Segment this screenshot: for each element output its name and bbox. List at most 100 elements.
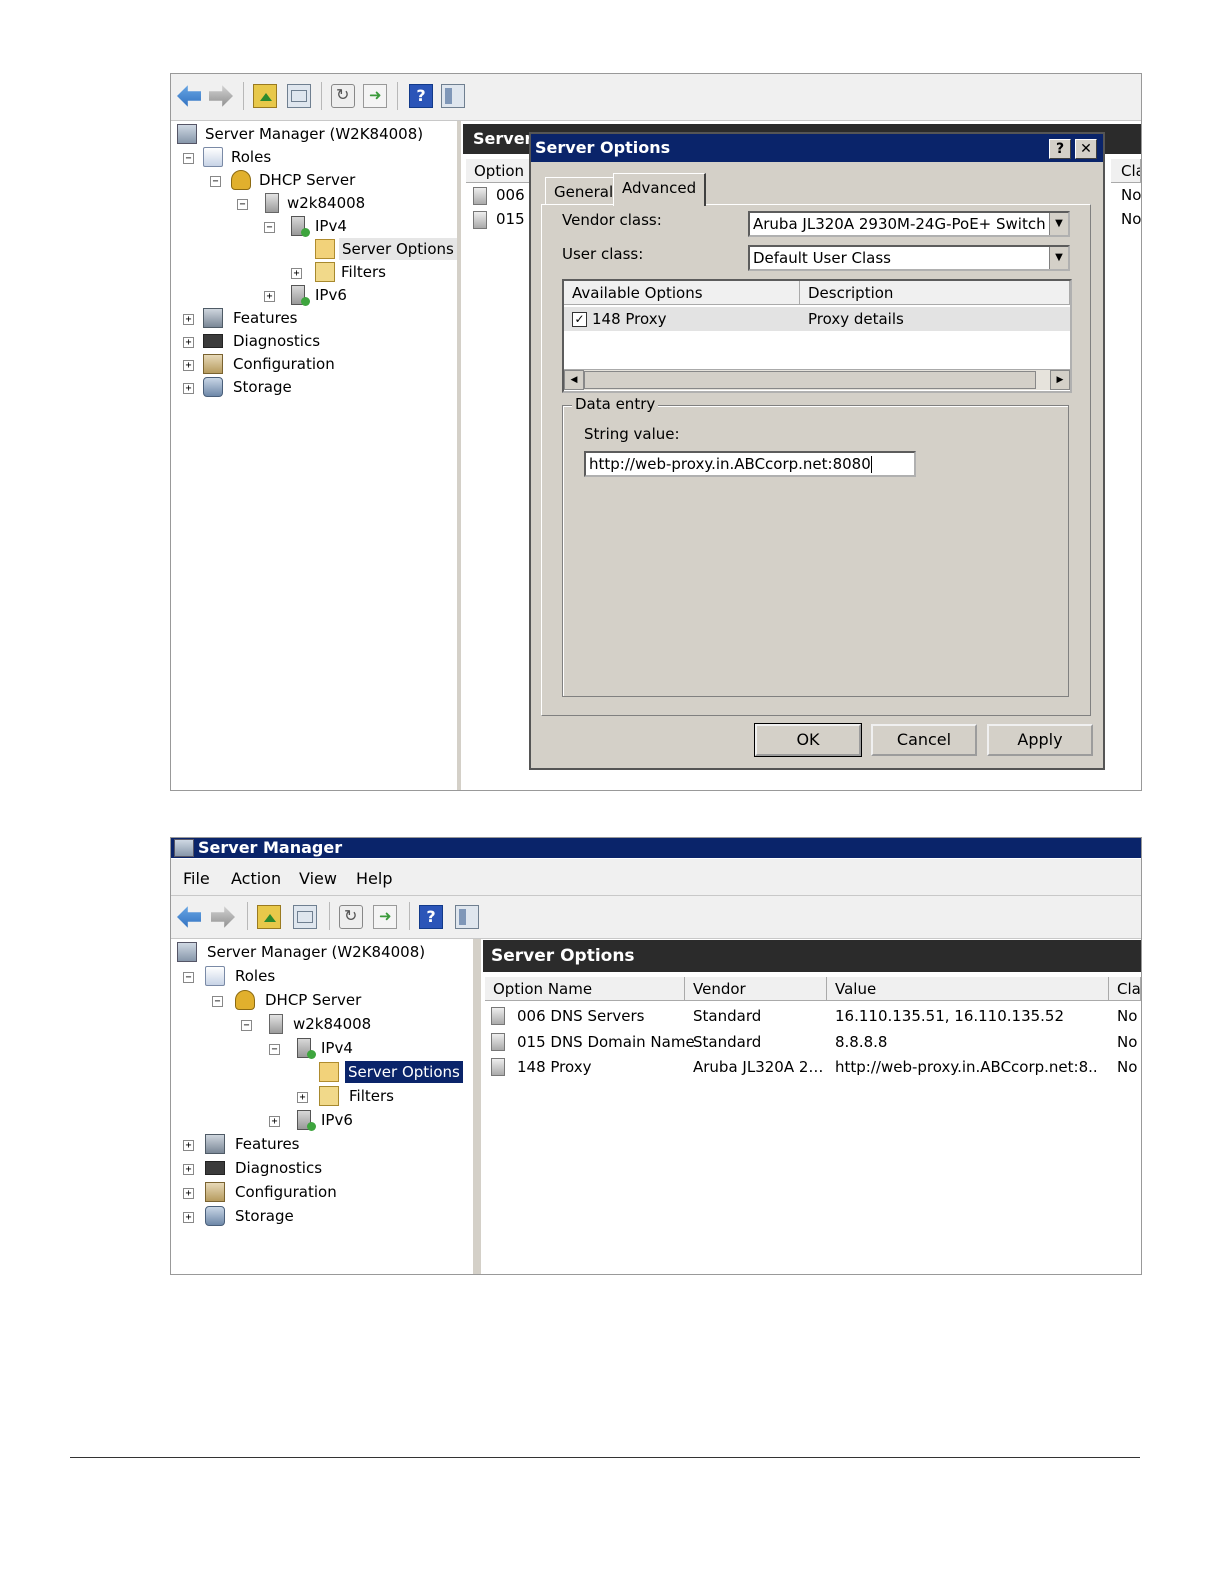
tab-general[interactable]: General	[545, 177, 623, 204]
collapse-toggle[interactable]: −	[183, 972, 194, 983]
tree-label: Features	[233, 309, 298, 327]
back-arrow-icon[interactable]	[177, 85, 201, 107]
column-header-option-name[interactable]: Option Name	[485, 977, 685, 1001]
expand-toggle[interactable]: +	[291, 268, 302, 279]
tree-label: Diagnostics	[233, 332, 321, 350]
expand-toggle[interactable]: +	[183, 337, 194, 348]
close-icon[interactable]: ✕	[1075, 139, 1097, 159]
menu-help[interactable]: Help	[356, 869, 392, 888]
scroll-left-icon[interactable]: ◀	[564, 370, 584, 390]
tree-label: Storage	[235, 1207, 294, 1225]
up-level-icon[interactable]	[257, 905, 281, 929]
apply-button[interactable]: Apply	[987, 724, 1093, 756]
user-class-select[interactable]: Default User Class ▼	[748, 245, 1070, 271]
expand-toggle[interactable]: +	[297, 1092, 308, 1103]
filters-icon	[315, 262, 335, 282]
details-pane-header: Server Options	[483, 940, 1141, 972]
collapse-toggle[interactable]: −	[241, 1020, 252, 1031]
dialog-title-bar: Server Options	[531, 134, 1103, 162]
back-arrow-icon[interactable]	[177, 906, 201, 928]
expand-toggle[interactable]: +	[183, 1164, 194, 1175]
refresh-icon[interactable]	[331, 84, 355, 108]
storage-icon	[203, 377, 223, 397]
expand-toggle[interactable]: +	[183, 360, 194, 371]
navigation-tree: Server Manager (W2K84008) − Roles − DHCP…	[171, 121, 461, 790]
column-label: Option N	[474, 162, 536, 180]
help-icon[interactable]	[419, 905, 443, 929]
help-glyph: ?	[1055, 141, 1065, 157]
cancel-button[interactable]: Cancel	[871, 724, 977, 756]
scroll-right-icon[interactable]: ▶	[1050, 370, 1070, 390]
expand-toggle[interactable]: +	[183, 1188, 194, 1199]
up-level-icon[interactable]	[253, 84, 277, 108]
collapse-toggle[interactable]: −	[269, 1044, 280, 1055]
forward-arrow-icon[interactable]	[211, 906, 235, 928]
chevron-down-icon[interactable]: ▼	[1049, 247, 1068, 269]
collapse-toggle[interactable]: −	[212, 996, 223, 1007]
tree-label: Server Options	[345, 1061, 463, 1083]
class-cell: No	[1117, 1058, 1138, 1076]
details-pane-title: Server Options	[491, 946, 635, 966]
collapse-toggle[interactable]: −	[210, 176, 221, 187]
collapse-toggle[interactable]: −	[237, 199, 248, 210]
help-button[interactable]: ?	[1049, 139, 1071, 159]
export-list-icon[interactable]	[373, 905, 397, 929]
column-header-description[interactable]: Description	[800, 281, 1070, 305]
column-header-available-options[interactable]: Available Options	[564, 281, 800, 305]
collapse-toggle[interactable]: −	[264, 222, 275, 233]
server-manager-icon	[177, 942, 197, 962]
option-name-cell: 015 DNS Domain Name	[517, 1033, 695, 1051]
collapse-toggle[interactable]: −	[183, 153, 194, 164]
show-action-pane-icon[interactable]	[455, 905, 479, 929]
navigation-tree: Server Manager (W2K84008) − Roles − DHCP…	[171, 939, 481, 1274]
expand-toggle[interactable]: +	[183, 314, 194, 325]
dialog-title: Server Options	[535, 138, 671, 157]
chevron-down-icon[interactable]: ▼	[1049, 213, 1068, 235]
roles-icon	[205, 966, 225, 986]
column-label: Cla	[1117, 980, 1141, 998]
column-header-value[interactable]: Value	[827, 977, 1109, 1001]
horizontal-scrollbar[interactable]: ◀ ▶	[564, 369, 1070, 390]
advanced-tab-panel: Vendor class: Aruba JL320A 2930M-24G-PoE…	[541, 204, 1091, 716]
tab-label: Advanced	[622, 179, 697, 197]
expand-toggle[interactable]: +	[183, 1140, 194, 1151]
help-icon[interactable]	[409, 84, 433, 108]
expand-toggle[interactable]: +	[269, 1116, 280, 1127]
show-hide-tree-icon[interactable]	[287, 84, 311, 108]
text-caret	[870, 456, 872, 473]
column-header-class[interactable]: Cla	[1111, 159, 1141, 183]
vendor-class-select[interactable]: Aruba JL320A 2930M-24G-PoE+ Switch ds ▼	[748, 211, 1070, 237]
expand-toggle[interactable]: +	[183, 383, 194, 394]
scroll-thumb[interactable]	[584, 371, 1036, 389]
user-class-value: Default User Class	[753, 249, 891, 267]
table-row[interactable]: 015 DNS Domain Name Standard 8.8.8.8 No	[485, 1030, 1141, 1054]
vendor-class-value: Aruba JL320A 2930M-24G-PoE+ Switch ds	[753, 215, 1068, 233]
table-row[interactable]: 006 DNS Servers Standard 16.110.135.51, …	[485, 1004, 1141, 1028]
menu-action[interactable]: Action	[231, 869, 281, 888]
forward-arrow-icon[interactable]	[209, 85, 233, 107]
table-row[interactable]: 148 Proxy Aruba JL320A 2… http://web-pro…	[485, 1055, 1141, 1079]
menu-view[interactable]: View	[299, 869, 337, 888]
features-icon	[203, 308, 223, 328]
show-action-pane-icon[interactable]	[441, 84, 465, 108]
column-header-option-name[interactable]: Option N	[466, 159, 536, 183]
export-list-icon[interactable]	[363, 84, 387, 108]
refresh-icon[interactable]	[339, 905, 363, 929]
roles-icon	[203, 147, 223, 167]
tab-advanced[interactable]: Advanced	[613, 173, 707, 206]
show-hide-tree-icon[interactable]	[293, 905, 317, 929]
vendor-class-label: Vendor class:	[562, 211, 662, 229]
menu-file[interactable]: File	[183, 869, 210, 888]
server-options-dialog: Server Options ? ✕ General Advanced Vend…	[529, 132, 1105, 770]
list-item[interactable]: ✓ 148 Proxy Proxy details	[564, 307, 1070, 331]
expand-toggle[interactable]: +	[183, 1212, 194, 1223]
tree-label: Roles	[235, 967, 276, 985]
string-value-input[interactable]: http://web-proxy.in.ABCcorp.net:8080	[584, 451, 916, 477]
option-checkbox[interactable]: ✓	[572, 312, 587, 327]
column-header-class[interactable]: Cla	[1109, 977, 1141, 1001]
ok-button[interactable]: OK	[754, 723, 862, 757]
column-header-vendor[interactable]: Vendor	[685, 977, 827, 1001]
toolbar-separator	[243, 82, 244, 110]
expand-toggle[interactable]: +	[264, 291, 275, 302]
user-class-label: User class:	[562, 245, 644, 263]
